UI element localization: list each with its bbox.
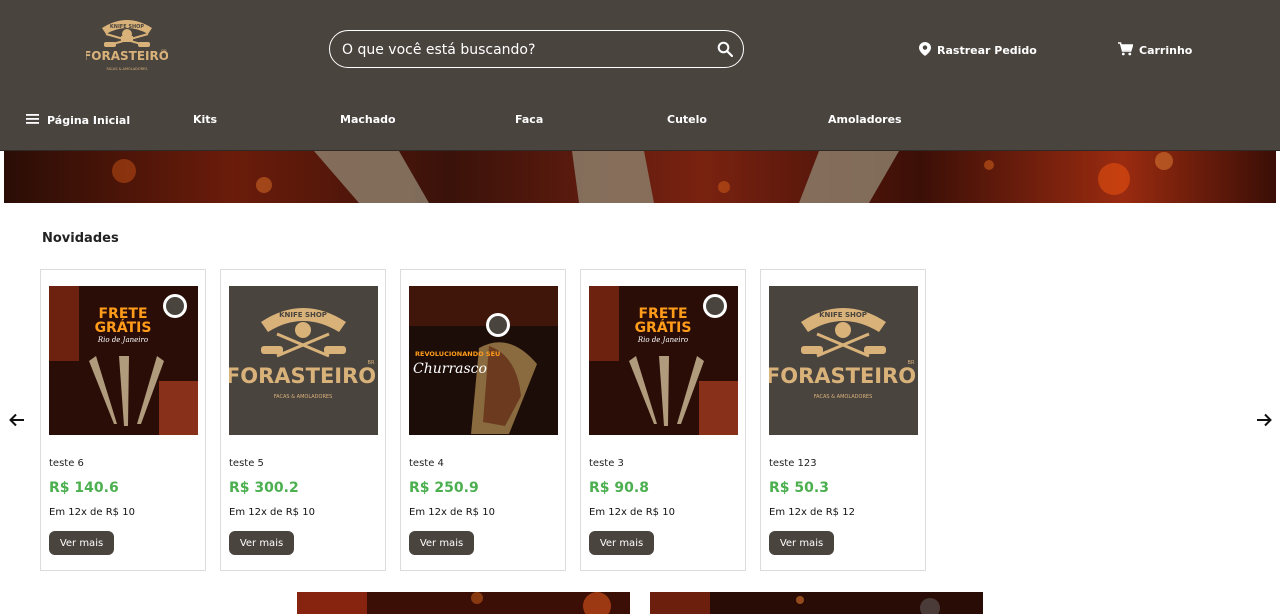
product-installments: Em 12x de R$ 10 — [409, 507, 495, 518]
nav-item-kits[interactable]: Kits — [193, 110, 217, 128]
svg-text:Rio de Janeiro: Rio de Janeiro — [97, 336, 148, 344]
search-input[interactable] — [340, 31, 714, 69]
location-pin-icon — [919, 41, 937, 59]
svg-text:GRÁTIS: GRÁTIS — [95, 319, 152, 336]
svg-text:FACAS & AMOLADORES: FACAS & AMOLADORES — [274, 394, 333, 400]
site-header: KNIFE SHOP FORASTEIRO BR FACAS & AMOLADO… — [0, 0, 1280, 151]
carousel-prev-arrow-icon[interactable] — [8, 411, 26, 429]
product-card[interactable]: KNIFE SHOP FORASTEIRO BR FACAS & AMOLADO… — [760, 269, 926, 571]
cart-link[interactable]: Carrinho — [1118, 41, 1193, 59]
product-image[interactable]: FRETE GRÁTIS Rio de Janeiro — [49, 286, 198, 435]
product-card[interactable]: FRETE GRÁTIS Rio de Janeiro teste 6 R$ 1… — [40, 269, 206, 571]
product-image[interactable]: REVOLUCIONANDO SEU Churrasco — [409, 286, 558, 435]
svg-text:FORASTEIRO: FORASTEIRO — [86, 49, 168, 63]
svg-text:REVOLUCIONANDO SEU: REVOLUCIONANDO SEU — [415, 350, 500, 358]
track-order-label: Rastrear Pedido — [937, 43, 1037, 57]
product-card[interactable]: FRETE GRÁTIS Rio de Janeiro teste 3 R$ 9… — [580, 269, 746, 571]
product-name: teste 6 — [49, 458, 84, 469]
product-price: R$ 140.6 — [49, 480, 119, 496]
svg-text:BR: BR — [908, 360, 915, 366]
brand-logo[interactable]: KNIFE SHOP FORASTEIRO BR FACAS & AMOLADO… — [83, 14, 169, 74]
product-price: R$ 250.9 — [409, 480, 479, 496]
product-installments: Em 12x de R$ 10 — [49, 507, 135, 518]
svg-text:FACAS & AMOLADORES: FACAS & AMOLADORES — [814, 394, 873, 400]
cart-icon — [1118, 41, 1139, 59]
product-price: R$ 300.2 — [229, 480, 299, 496]
search-bar — [329, 30, 744, 69]
product-name: teste 123 — [769, 458, 817, 469]
nav-item-machado[interactable]: Machado — [340, 110, 396, 128]
nav-item-amoladores[interactable]: Amoladores — [828, 110, 902, 128]
nav-home-label: Página Inicial — [47, 113, 131, 127]
svg-text:KNIFE SHOP: KNIFE SHOP — [279, 311, 327, 319]
nav-home[interactable]: Página Inicial — [26, 111, 130, 129]
section-title: Novidades — [42, 231, 119, 246]
promo-banner[interactable] — [297, 592, 630, 614]
product-card[interactable]: REVOLUCIONANDO SEU Churrasco teste 4 R$ … — [400, 269, 566, 571]
product-installments: Em 12x de R$ 10 — [589, 507, 675, 518]
see-more-button[interactable]: Ver mais — [769, 531, 834, 555]
svg-text:Rio de Janeiro: Rio de Janeiro — [637, 336, 688, 344]
nav-item-cutelo[interactable]: Cutelo — [667, 110, 707, 128]
product-installments: Em 12x de R$ 10 — [229, 507, 315, 518]
svg-text:FACAS & AMOLADORES: FACAS & AMOLADORES — [107, 67, 149, 71]
see-more-button[interactable]: Ver mais — [589, 531, 654, 555]
nav-item-faca[interactable]: Faca — [515, 110, 543, 128]
product-price: R$ 50.3 — [769, 480, 829, 496]
svg-text:GRÁTIS: GRÁTIS — [635, 319, 692, 336]
product-card[interactable]: KNIFE SHOP FORASTEIRO BR FACAS & AMOLADO… — [220, 269, 386, 571]
product-name: teste 3 — [589, 458, 624, 469]
svg-text:FORASTEIRO: FORASTEIRO — [229, 364, 376, 388]
product-image[interactable]: FRETE GRÁTIS Rio de Janeiro — [589, 286, 738, 435]
see-more-button[interactable]: Ver mais — [409, 531, 474, 555]
product-image[interactable]: KNIFE SHOP FORASTEIRO BR FACAS & AMOLADO… — [769, 286, 918, 435]
svg-text:BR: BR — [368, 360, 375, 366]
svg-text:Churrasco: Churrasco — [413, 361, 487, 377]
hero-banner[interactable] — [4, 151, 1276, 203]
product-price: R$ 90.8 — [589, 480, 649, 496]
search-icon[interactable] — [717, 41, 734, 58]
see-more-button[interactable]: Ver mais — [49, 531, 114, 555]
product-name: teste 5 — [229, 458, 264, 469]
menu-icon — [26, 113, 47, 127]
svg-text:FORASTEIRO: FORASTEIRO — [769, 364, 916, 388]
product-name: teste 4 — [409, 458, 444, 469]
cart-label: Carrinho — [1139, 43, 1193, 57]
see-more-button[interactable]: Ver mais — [229, 531, 294, 555]
product-image[interactable]: KNIFE SHOP FORASTEIRO BR FACAS & AMOLADO… — [229, 286, 378, 435]
promo-banner[interactable] — [650, 592, 983, 614]
track-order-link[interactable]: Rastrear Pedido — [919, 41, 1037, 59]
carousel-next-arrow-icon[interactable] — [1255, 411, 1273, 429]
product-installments: Em 12x de R$ 12 — [769, 507, 855, 518]
svg-text:KNIFE SHOP: KNIFE SHOP — [819, 311, 867, 319]
svg-text:BR: BR — [161, 49, 167, 54]
